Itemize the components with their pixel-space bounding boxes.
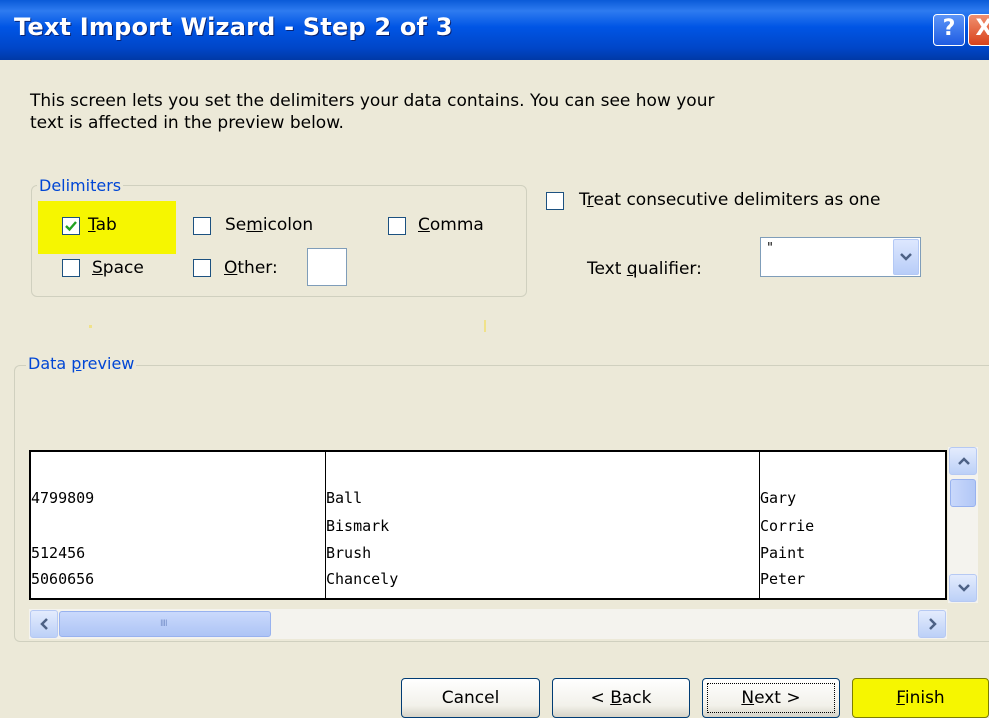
tab-label-post: ab bbox=[95, 215, 117, 235]
preview-cell: Ball bbox=[326, 489, 363, 507]
horizontal-scrollbar[interactable]: IIII bbox=[29, 609, 947, 639]
data-preview-grid[interactable]: 4799809 Ball Gary Bismark Corrie 512456 … bbox=[29, 450, 947, 600]
finish-button-accel: F bbox=[896, 688, 905, 708]
semicolon-label-pre: Se bbox=[225, 215, 247, 235]
window-title: Text Import Wizard - Step 2 of 3 bbox=[14, 13, 453, 41]
back-button-pre: < bbox=[590, 688, 611, 708]
chevron-right-icon bbox=[929, 618, 937, 630]
semicolon-label-accel: m bbox=[246, 215, 263, 235]
scroll-left-button[interactable] bbox=[30, 610, 58, 638]
data-preview-legend: Data preview bbox=[26, 354, 137, 373]
qualifier-label-pre: Text bbox=[587, 259, 627, 279]
qualifier-label-post: ualifier: bbox=[637, 259, 702, 279]
help-button[interactable]: ? bbox=[933, 14, 965, 46]
back-button-accel: B bbox=[610, 688, 622, 708]
consecutive-checkbox[interactable] bbox=[546, 192, 564, 210]
semicolon-checkbox[interactable] bbox=[193, 217, 211, 235]
vertical-scrollbar[interactable] bbox=[948, 447, 978, 603]
faint-mark bbox=[484, 320, 486, 332]
comma-label[interactable]: Comma bbox=[418, 215, 484, 235]
focus-rect bbox=[707, 683, 835, 713]
back-button-post: ack bbox=[621, 688, 652, 708]
finish-button[interactable]: Finish bbox=[852, 678, 989, 718]
dropdown-arrow-button[interactable] bbox=[893, 239, 919, 275]
chevron-down-icon bbox=[900, 253, 912, 261]
text-qualifier-select[interactable]: " bbox=[760, 237, 921, 277]
tab-label-accel: T bbox=[88, 215, 96, 235]
scroll-right-button[interactable] bbox=[918, 610, 946, 638]
horizontal-scroll-thumb[interactable]: IIII bbox=[59, 611, 271, 637]
preview-cell: Bismark bbox=[326, 517, 390, 535]
space-label-post: pace bbox=[102, 258, 144, 278]
text-qualifier-value: " bbox=[767, 241, 773, 256]
other-label-post: ther: bbox=[237, 258, 278, 278]
preview-cell: Peter bbox=[760, 570, 806, 588]
other-checkbox[interactable] bbox=[193, 259, 211, 277]
other-label-accel: O bbox=[224, 258, 238, 278]
space-checkbox[interactable] bbox=[62, 259, 80, 277]
checkmark-icon bbox=[65, 221, 77, 232]
preview-cell: Gary bbox=[760, 489, 797, 507]
chevron-down-icon bbox=[958, 584, 970, 592]
preview-cell: 512456 bbox=[31, 544, 86, 562]
chevron-up-icon bbox=[958, 457, 970, 465]
cancel-button[interactable]: Cancel bbox=[401, 678, 540, 718]
finish-button-post: inish bbox=[904, 688, 945, 708]
other-label[interactable]: Other: bbox=[224, 258, 278, 278]
space-label[interactable]: Space bbox=[92, 258, 144, 278]
semicolon-label-post: icolon bbox=[262, 215, 314, 235]
preview-cell: Chancely bbox=[326, 570, 399, 588]
qualifier-label-accel: q bbox=[626, 259, 638, 279]
back-button[interactable]: < Back bbox=[552, 678, 690, 718]
semicolon-label[interactable]: Semicolon bbox=[225, 215, 313, 235]
other-delimiter-input[interactable] bbox=[307, 248, 347, 286]
consecutive-label[interactable]: Treat consecutive delimiters as one bbox=[579, 190, 880, 210]
title-bar: Text Import Wizard - Step 2 of 3 ? X bbox=[0, 0, 989, 60]
preview-cell: 4799809 bbox=[31, 489, 95, 507]
tab-checkbox[interactable] bbox=[62, 217, 80, 235]
chevron-left-icon bbox=[40, 618, 48, 630]
preview-cell: Corrie bbox=[760, 517, 815, 535]
faint-mark bbox=[89, 325, 92, 328]
comma-label-accel: C bbox=[418, 215, 430, 235]
scroll-up-button[interactable] bbox=[949, 447, 977, 475]
comma-checkbox[interactable] bbox=[388, 217, 406, 235]
space-label-accel: S bbox=[92, 258, 103, 278]
next-button[interactable]: Next > bbox=[702, 678, 840, 718]
text-qualifier-label: Text qualifier: bbox=[587, 259, 702, 279]
scroll-down-button[interactable] bbox=[949, 574, 977, 602]
delimiters-legend: Delimiters bbox=[37, 176, 124, 195]
intro-text: This screen lets you set the delimiters … bbox=[30, 91, 715, 133]
preview-cell: Paint bbox=[760, 544, 806, 562]
preview-cell: Brush bbox=[326, 544, 372, 562]
preview-legend-post: review bbox=[81, 354, 135, 373]
consecutive-label-accel: r bbox=[586, 190, 594, 210]
consecutive-label-post: eat consecutive delimiters as one bbox=[593, 190, 881, 210]
preview-legend-pre: Data bbox=[28, 354, 72, 373]
vertical-scroll-thumb[interactable] bbox=[950, 479, 976, 507]
preview-legend-accel: p bbox=[71, 354, 82, 373]
close-button[interactable]: X bbox=[968, 14, 989, 46]
consecutive-label-pre: T bbox=[579, 190, 587, 210]
preview-cell: 5060656 bbox=[31, 570, 95, 588]
comma-label-post: omma bbox=[429, 215, 484, 235]
grip-icon: IIII bbox=[160, 619, 168, 629]
tab-label[interactable]: Tab bbox=[88, 215, 117, 235]
